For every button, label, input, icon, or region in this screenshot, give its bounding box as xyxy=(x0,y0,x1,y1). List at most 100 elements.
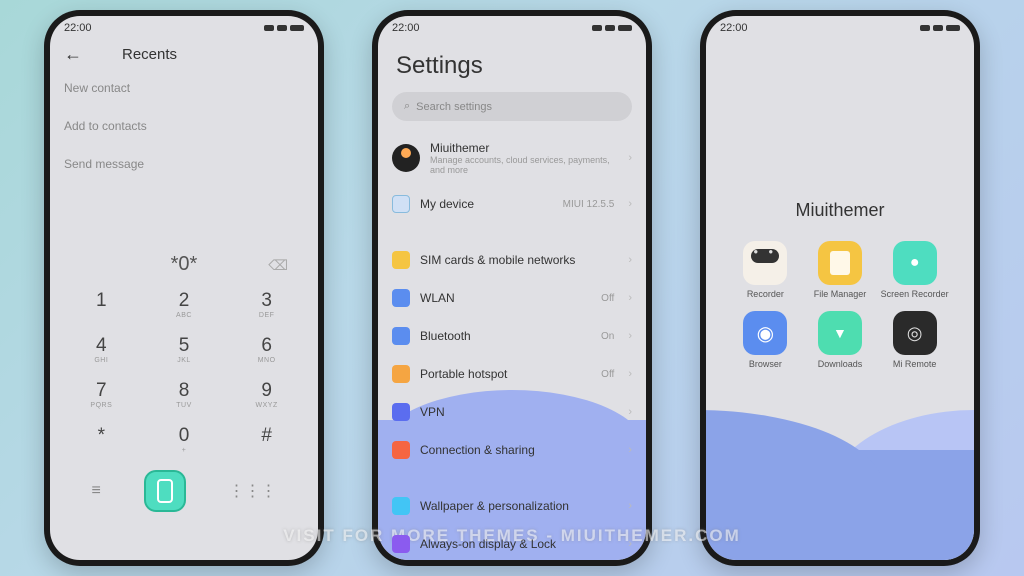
key-#[interactable]: # xyxy=(232,419,302,460)
setting-icon xyxy=(392,327,410,345)
setting-mydevice[interactable]: My device MIUI 12.5.5 › xyxy=(392,185,632,223)
setting-label: Wallpaper & personalization xyxy=(420,499,618,513)
chevron-icon: › xyxy=(628,254,632,266)
app-mi-remote[interactable]: Mi Remote xyxy=(879,311,950,369)
setting-bluetooth[interactable]: Bluetooth On › xyxy=(392,317,632,355)
ic-recorder-icon xyxy=(743,241,787,285)
context-menu: New contact Add to contacts Send message xyxy=(50,69,318,183)
menu-icon[interactable]: ≡ xyxy=(91,482,100,500)
app-label: Downloads xyxy=(805,359,876,369)
setting-icon xyxy=(392,403,410,421)
ic-downloads-icon xyxy=(818,311,862,355)
key-7[interactable]: 7PQRS xyxy=(66,374,136,415)
status-icons xyxy=(264,25,304,31)
account-name: Miuithemer xyxy=(430,141,618,155)
setting-label: Bluetooth xyxy=(420,329,591,343)
setting-value: Off xyxy=(601,293,614,304)
setting-wallpaper-personalization[interactable]: Wallpaper & personalization › xyxy=(392,487,632,525)
search-icon: ⌕ xyxy=(404,100,410,113)
chevron-icon: › xyxy=(628,292,632,304)
backspace-icon[interactable]: ⌫ xyxy=(268,257,288,274)
menu-add-contacts[interactable]: Add to contacts xyxy=(64,107,304,145)
setting-icon xyxy=(392,535,410,553)
keypad: 1 2ABC 3DEF 4GHI 5JKL 6MNO 7PQRS 8TUV 9WXYZ * 0+ # xyxy=(50,276,318,460)
setting-icon xyxy=(392,365,410,383)
menu-new-contact[interactable]: New contact xyxy=(64,69,304,107)
status-bar: 22:00 xyxy=(706,16,974,40)
phone-dialer: 22:00 ← Recents New contact Add to conta… xyxy=(44,10,324,566)
setting-icon xyxy=(392,289,410,307)
key-9[interactable]: 9WXYZ xyxy=(232,374,302,415)
key-3[interactable]: 3DEF xyxy=(232,284,302,325)
wallpaper-wave xyxy=(706,410,974,560)
folder-title: Miuithemer xyxy=(706,200,974,221)
setting-wlan[interactable]: WLAN Off › xyxy=(392,279,632,317)
setting-sim-cards-mobile-networks[interactable]: SIM cards & mobile networks› xyxy=(392,241,632,279)
setting-portable-hotspot[interactable]: Portable hotspotOff› xyxy=(392,355,632,393)
menu-send-message[interactable]: Send message xyxy=(64,145,304,183)
call-button[interactable] xyxy=(144,470,186,512)
status-bar: 22:00 xyxy=(378,16,646,40)
status-time: 22:00 xyxy=(720,22,748,34)
status-time: 22:00 xyxy=(64,22,92,34)
ic-browser-icon xyxy=(743,311,787,355)
chevron-icon: › xyxy=(628,368,632,380)
key-6[interactable]: 6MNO xyxy=(232,329,302,370)
app-browser[interactable]: Browser xyxy=(730,311,801,369)
account-sub: Manage accounts, cloud services, payment… xyxy=(430,155,618,175)
ic-remote-icon xyxy=(893,311,937,355)
setting-vpn[interactable]: VPN › xyxy=(392,393,632,431)
mydevice-label: My device xyxy=(420,197,553,211)
setting-icon xyxy=(392,441,410,459)
search-input[interactable]: ⌕ Search settings xyxy=(392,92,632,121)
app-grid: Recorder File ManagerScreen Recorder Brows… xyxy=(706,241,974,369)
chevron-icon: › xyxy=(628,330,632,342)
recents-title: Recents xyxy=(122,46,177,63)
phone-settings: 22:00 Settings ⌕ Search settings Miuithe… xyxy=(372,10,652,566)
key-0[interactable]: 0+ xyxy=(149,419,219,460)
chevron-icon: › xyxy=(628,500,632,512)
chevron-icon: › xyxy=(628,406,632,418)
key-*[interactable]: * xyxy=(66,419,136,460)
key-5[interactable]: 5JKL xyxy=(149,329,219,370)
setting-icon xyxy=(392,251,410,269)
app-recorder[interactable]: Recorder xyxy=(730,241,801,299)
setting-connection-sharing[interactable]: Connection & sharing › xyxy=(392,431,632,469)
settings-title: Settings xyxy=(378,40,646,88)
setting-always-on-display-lock[interactable]: Always-on display & Lock › xyxy=(392,525,632,560)
ic-screenrec-icon xyxy=(893,241,937,285)
key-4[interactable]: 4GHI xyxy=(66,329,136,370)
search-placeholder: Search settings xyxy=(416,101,492,113)
status-time: 22:00 xyxy=(392,22,420,34)
setting-icon xyxy=(392,497,410,515)
back-icon[interactable]: ← xyxy=(64,44,82,65)
key-2[interactable]: 2ABC xyxy=(149,284,219,325)
dialpad-icon[interactable]: ⋮⋮⋮ xyxy=(229,481,277,501)
setting-label: Connection & sharing xyxy=(420,443,618,457)
setting-value: On xyxy=(601,331,614,342)
app-label: Mi Remote xyxy=(879,359,950,369)
status-icons xyxy=(920,25,960,31)
setting-label: Portable hotspot xyxy=(420,367,591,381)
app-downloads[interactable]: Downloads xyxy=(805,311,876,369)
key-1[interactable]: 1 xyxy=(66,284,136,325)
avatar xyxy=(392,144,420,172)
mydevice-value: MIUI 12.5.5 xyxy=(563,199,615,210)
ic-filemgr-icon xyxy=(818,241,862,285)
app-label: Screen Recorder xyxy=(879,289,950,299)
chevron-icon: › xyxy=(628,538,632,550)
chevron-icon: › xyxy=(628,444,632,456)
app-label: Recorder xyxy=(730,289,801,299)
key-8[interactable]: 8TUV xyxy=(149,374,219,415)
setting-label: Always-on display & Lock xyxy=(420,537,618,551)
account-row[interactable]: Miuithemer Manage accounts, cloud servic… xyxy=(392,131,632,185)
app-file-manager[interactable]: File Manager xyxy=(805,241,876,299)
setting-label: WLAN xyxy=(420,291,591,305)
device-icon xyxy=(392,195,410,213)
phone-home: 22:00 Miuithemer Recorder File ManagerScr… xyxy=(700,10,980,566)
setting-label: VPN xyxy=(420,405,618,419)
app-label: Browser xyxy=(730,359,801,369)
chevron-icon: › xyxy=(628,152,632,164)
dial-display: *0* ⌫ xyxy=(50,253,318,276)
app-screen-recorder[interactable]: Screen Recorder xyxy=(879,241,950,299)
